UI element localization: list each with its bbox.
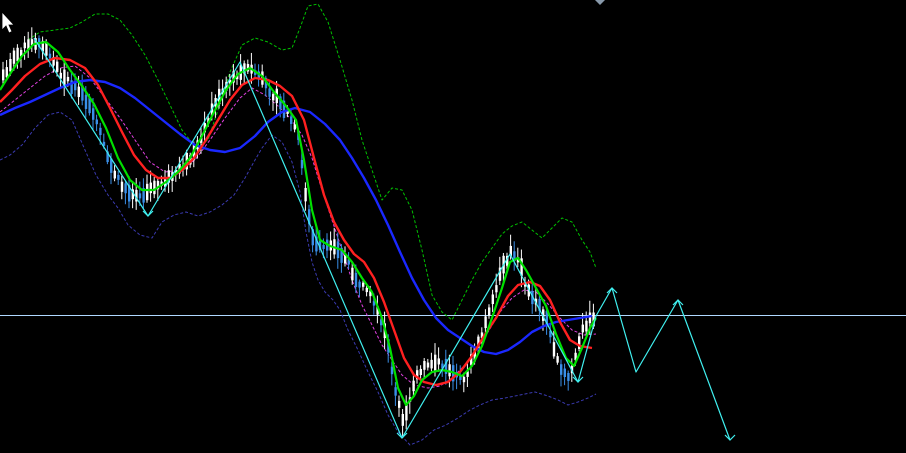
candle-body xyxy=(9,59,12,72)
candle-body xyxy=(117,174,120,180)
candle-body xyxy=(419,368,422,375)
candle-body xyxy=(434,354,437,371)
candle-body xyxy=(48,53,52,59)
lower-band xyxy=(0,111,597,446)
candle-body xyxy=(272,94,275,101)
candle-body xyxy=(423,361,426,370)
candle-body xyxy=(556,356,559,363)
candle-body xyxy=(394,387,397,396)
candle-body xyxy=(365,287,368,293)
candle-body xyxy=(488,307,491,316)
candle-body xyxy=(149,182,152,194)
candle-body xyxy=(588,312,592,324)
candle-body xyxy=(16,47,19,62)
mouse-pointer-icon xyxy=(1,10,15,34)
candle-body xyxy=(2,69,5,81)
candle-body xyxy=(426,362,430,368)
candle-body xyxy=(84,95,88,109)
candle-body xyxy=(95,119,98,125)
candle-body xyxy=(585,320,588,332)
candle-body xyxy=(560,364,563,375)
price-chart[interactable] xyxy=(0,0,906,453)
candle-body xyxy=(405,404,408,421)
candle-body xyxy=(462,376,466,383)
scroll-marker-icon xyxy=(595,0,605,5)
candle-body xyxy=(293,124,296,130)
zigzag-arrow-icon xyxy=(396,432,408,439)
candle-body xyxy=(138,193,142,199)
candle-body xyxy=(146,183,149,201)
candle-body xyxy=(362,282,365,287)
zigzag-indicator xyxy=(33,37,736,441)
candle-body xyxy=(99,127,102,136)
candle-body xyxy=(23,42,26,49)
candlesticks xyxy=(2,27,595,436)
candle-body xyxy=(412,380,415,392)
candle-body xyxy=(567,373,570,381)
zigzag-arrow-icon xyxy=(142,210,154,217)
candle-body xyxy=(437,358,440,365)
candle-body xyxy=(398,400,401,408)
candle-body xyxy=(563,368,566,377)
candle-body xyxy=(322,244,325,249)
zigzag-line xyxy=(33,37,731,441)
candle-body xyxy=(153,180,156,195)
candle-body xyxy=(430,359,433,369)
candle-body xyxy=(390,366,394,375)
candle-body xyxy=(120,181,124,192)
zigzag-arrow-icon xyxy=(672,299,684,306)
candle-body xyxy=(56,61,59,72)
lower-band-line xyxy=(0,111,597,446)
candle-body xyxy=(77,86,80,98)
zigzag-arrow-icon xyxy=(724,434,736,441)
candle-body xyxy=(113,170,116,179)
candle-body xyxy=(581,324,584,333)
candle-body xyxy=(358,281,361,288)
candle-body xyxy=(495,285,498,293)
candle-body xyxy=(401,413,404,426)
candle-body xyxy=(491,294,494,305)
candle-body xyxy=(12,50,16,64)
candle-body xyxy=(300,159,304,169)
candle-body xyxy=(484,316,487,329)
zigzag-arrow-icon xyxy=(572,376,584,383)
candle-body xyxy=(304,187,307,202)
candle-body xyxy=(124,183,127,194)
candle-body xyxy=(45,42,48,56)
price-chart-canvas[interactable] xyxy=(0,0,906,453)
candle-body xyxy=(351,267,354,281)
candle-body xyxy=(66,76,70,82)
candle-body xyxy=(268,88,271,97)
candle-body xyxy=(354,272,358,287)
candle-body xyxy=(290,116,293,124)
zigzag-arrow-icon xyxy=(606,287,618,294)
candle-body xyxy=(552,342,556,357)
candle-body xyxy=(92,108,95,120)
